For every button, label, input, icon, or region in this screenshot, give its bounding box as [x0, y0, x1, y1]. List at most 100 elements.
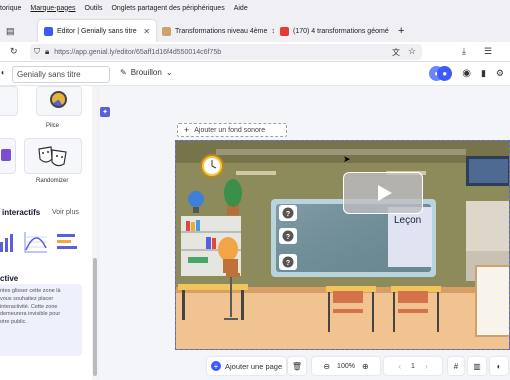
tab-genially-editor[interactable]: Editor | Genially sans titre ✕	[38, 20, 156, 42]
contrast-icon: ◐	[496, 361, 502, 371]
cursor-arrow-icon: ➤	[343, 154, 351, 164]
delete-page-button[interactable]: 🗑︎	[288, 357, 306, 375]
reload-icon[interactable]: ↻	[10, 46, 18, 57]
theme-button[interactable]: ◐	[490, 357, 508, 375]
statistics-icon[interactable]: ▮	[481, 68, 486, 79]
zoom-out-icon[interactable]: ⊖	[323, 362, 330, 371]
play-icon	[378, 185, 392, 201]
header-tools: ● ● ◉ ▮ ⚙	[429, 66, 510, 81]
add-background-sound-button[interactable]: + Ajouter un fond sonore	[177, 123, 287, 137]
add-page-label: Ajouter une page	[225, 361, 283, 371]
question-button-1: ?	[279, 205, 297, 221]
project-title-field[interactable]: Genially sans titre	[12, 66, 110, 83]
interactivity-badge-icon[interactable]: ✦	[100, 107, 110, 117]
svg-text:?: ?	[286, 234, 290, 241]
bookmark-star-icon[interactable]: ☆	[408, 46, 416, 57]
tab-title: (170) 4 transformations géomé	[293, 27, 389, 35]
preview-eye-icon[interactable]: ◉	[462, 68, 471, 79]
menu-shared-tabs[interactable]: Onglets partagent des périphériques	[111, 5, 224, 12]
draft-label: Brouillon	[130, 68, 162, 77]
puzzle-icon	[1, 149, 11, 161]
menu-help[interactable]: Aide	[234, 5, 248, 12]
interactive-area-info[interactable]: ntes glisser cette zone là vous souhaite…	[0, 284, 82, 356]
navigation-bar: ↻ ⛉ 🔒︎ https://app.genial.ly/editor/65af…	[0, 42, 510, 62]
url-text: https://app.genial.ly/editor/65aff1d16f4…	[54, 48, 222, 56]
zoom-in-icon[interactable]: ⊕	[362, 362, 369, 371]
tab-title: Transformations niveau 4ème	[175, 27, 268, 35]
page-navigator: ‹ 1 ›	[384, 357, 442, 375]
svg-text:?: ?	[286, 260, 290, 267]
layout-button[interactable]: ▥	[468, 357, 486, 375]
hashtag-grid-icon: #	[453, 361, 459, 371]
menu-tools[interactable]: Outils	[85, 5, 103, 12]
info-line: otre public.	[0, 319, 27, 326]
see-more-link[interactable]: Voir plus	[52, 209, 79, 216]
info-line: demeurera invisible pour	[0, 311, 61, 318]
lock-icon[interactable]: 🔒︎	[45, 47, 49, 57]
collaborators-icon[interactable]: ◖	[0, 68, 5, 77]
list-icon: ▤	[6, 25, 15, 36]
sidebar-tile-pilce[interactable]	[36, 86, 82, 116]
menu-bookmarks[interactable]: Marque-pages	[30, 5, 75, 12]
slide-canvas[interactable]: ? ? ? Leçon	[175, 140, 510, 350]
pie-chart-icon	[50, 91, 67, 108]
add-sound-label: Ajouter un fond sonore	[194, 126, 266, 134]
list-chart-icon[interactable]	[56, 231, 80, 253]
editor-header: ◖ Genially sans titre ✎ Brouillon ⌄ ● ● …	[0, 62, 510, 86]
sidebar-tile-randomizer[interactable]	[24, 138, 82, 174]
zoom-level[interactable]: 100%	[337, 363, 355, 370]
video-play-button[interactable]	[343, 172, 423, 214]
close-tab-icon[interactable]: ✕	[143, 27, 150, 36]
tab-pin[interactable]: ▤	[0, 20, 38, 42]
menu-history[interactable]: torique	[0, 5, 21, 12]
interactive-section-title: interactifs	[2, 208, 41, 217]
download-icon[interactable]: ⤓	[462, 46, 466, 57]
question-button-3: ?	[279, 254, 297, 270]
avatar: ●	[437, 66, 453, 81]
info-line: ntes glisser cette zone là	[0, 288, 61, 294]
settings-gear-icon[interactable]: ⚙	[496, 68, 504, 79]
trash-icon: 🗑︎	[291, 361, 303, 371]
add-page-button[interactable]: + Ajouter une page	[207, 357, 287, 375]
shield-icon[interactable]: ⛉	[34, 47, 40, 57]
youtube-favicon-icon	[280, 26, 289, 36]
interactive-area-title: ctive	[0, 274, 19, 283]
pencil-icon: ✎	[120, 68, 127, 77]
next-page-icon[interactable]: ›	[425, 362, 428, 371]
question-button-2: ?	[279, 228, 297, 244]
sidebar-tile-left-middle[interactable]	[0, 138, 16, 174]
tab-bar: ▤ Editor | Genially sans titre ✕ Transfo…	[0, 16, 510, 42]
tab-youtube[interactable]: (170) 4 transformations géomé ✕	[274, 20, 392, 42]
tab-title: Editor | Genially sans titre	[57, 27, 137, 35]
zoom-controls: ⊖ 100% ⊕	[312, 357, 380, 375]
plus-icon: +	[184, 125, 190, 135]
sidebar-tile-left-top[interactable]	[0, 86, 18, 116]
sidebar-scrollbar-thumb[interactable]	[93, 258, 97, 376]
translate-icon[interactable]: 文	[392, 47, 400, 58]
masks-icon	[38, 146, 67, 167]
page-number[interactable]: 1	[411, 363, 415, 370]
info-line: vous souhaitez placer	[0, 295, 54, 302]
address-bar[interactable]: ⛉ 🔒︎ https://app.genial.ly/editor/65aff1…	[30, 44, 422, 60]
previous-page-icon[interactable]: ‹	[398, 362, 401, 371]
bar-chart-icon[interactable]	[0, 232, 18, 254]
add-circle-icon: +	[211, 361, 221, 371]
svg-text:?: ?	[286, 211, 290, 218]
new-tab-button[interactable]: +	[392, 20, 412, 42]
info-line: interactivité. Cette zone	[0, 303, 58, 310]
tab-transformations[interactable]: Transformations niveau 4ème ✕	[156, 20, 274, 42]
draft-status-dropdown[interactable]: ✎ Brouillon ⌄	[120, 68, 173, 77]
tile-label: Randomizer	[36, 178, 69, 184]
extensions-icon[interactable]: ☰	[484, 46, 492, 57]
elements-sidebar: Pilce Randomizer interactifs Voir plus c…	[0, 86, 98, 380]
genially-favicon-icon	[44, 26, 53, 36]
curve-chart-icon[interactable]	[24, 231, 48, 253]
document-favicon-icon	[162, 26, 171, 36]
grid-button[interactable]: #	[448, 357, 464, 375]
lesson-card-label[interactable]: Leçon	[394, 215, 421, 226]
tile-label: Pilce	[46, 123, 60, 129]
chevron-down-icon: ⌄	[165, 68, 173, 77]
layout-columns-icon: ▥	[473, 361, 481, 371]
menu-bar: torique Marque-pages Outils Onglets part…	[0, 0, 510, 16]
user-avatars[interactable]: ● ●	[429, 66, 453, 81]
